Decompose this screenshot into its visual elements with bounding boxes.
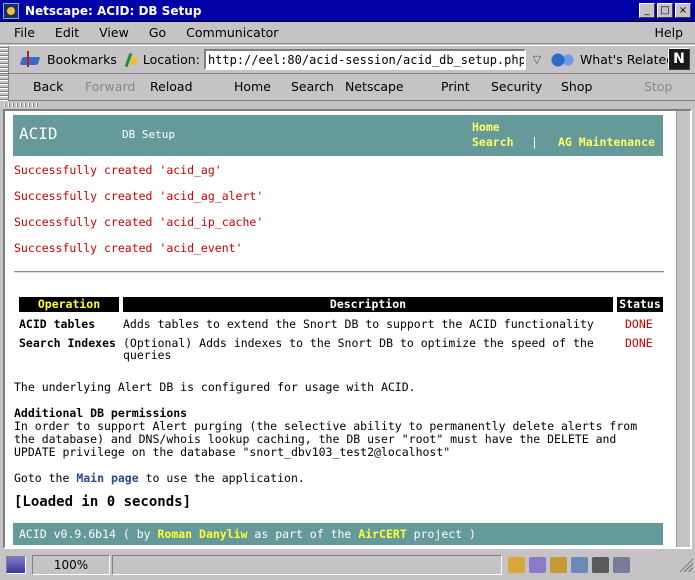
load-percent: 100% xyxy=(32,554,110,575)
divider xyxy=(14,271,664,273)
description-search-indexes-line1: (Optional) Adds indexes to the Snort DB … xyxy=(123,336,594,350)
acid-header: ACID DB Setup Home Search | AG Maintenan… xyxy=(13,115,663,156)
security-button[interactable]: Security xyxy=(491,79,542,94)
print-button[interactable]: Print xyxy=(441,79,470,94)
main-page-link[interactable]: Main page xyxy=(76,471,138,485)
close-button[interactable]: × xyxy=(675,3,691,18)
whats-related-button[interactable]: What's Related xyxy=(549,51,675,68)
home-button[interactable]: Home xyxy=(234,79,271,94)
reload-button[interactable]: Reload xyxy=(150,79,193,94)
forward-button[interactable]: Forward xyxy=(85,79,135,94)
goto-prefix: Goto the xyxy=(14,471,70,485)
window-titlebar: Netscape: ACID: DB Setup _ □ × xyxy=(0,0,695,22)
offline-icon[interactable] xyxy=(613,556,630,573)
vertical-scrollbar[interactable] xyxy=(676,111,690,547)
menu-communicator[interactable]: Communicator xyxy=(176,25,288,40)
back-button[interactable]: Back xyxy=(33,79,63,94)
footer-middle: as part of the xyxy=(247,527,359,541)
stop-button[interactable]: Stop xyxy=(644,79,672,94)
success-message: Successfully created 'acid_event' xyxy=(14,241,243,255)
url-input[interactable]: http://eel:80/acid-session/acid_db_setup… xyxy=(203,49,526,70)
menu-file[interactable]: File xyxy=(0,25,45,40)
security-lock-icon[interactable] xyxy=(6,555,26,574)
operation-acid-tables: ACID tables xyxy=(19,317,96,331)
ag-maintenance-link[interactable]: AG Maintenance xyxy=(558,135,655,149)
loaded-time: [Loaded in 0 seconds] xyxy=(14,494,192,510)
permissions-text: UPDATE privilege on the database "snort_… xyxy=(14,445,451,459)
whats-related-icon xyxy=(549,51,576,68)
resize-grip[interactable] xyxy=(679,557,693,572)
success-message: Successfully created 'acid_ag_alert' xyxy=(14,189,264,203)
acid-footer: ACID v0.9.6b14 ( by Roman Danyliw as par… xyxy=(13,523,663,545)
status-acid-tables: DONE xyxy=(625,317,653,331)
home-link[interactable]: Home xyxy=(472,120,500,134)
configured-text: The underlying Alert DB is configured fo… xyxy=(14,380,416,394)
navigation-toolbar: Back Forward Reload Home Search Netscape… xyxy=(0,74,695,101)
status-message-area xyxy=(112,554,502,575)
search-link[interactable]: Search xyxy=(472,135,514,149)
toolbar-grip[interactable] xyxy=(0,74,9,101)
page-subtitle: DB Setup xyxy=(122,128,175,141)
success-message: Successfully created 'acid_ag' xyxy=(14,163,222,177)
whats-related-label: What's Related xyxy=(579,52,675,67)
operation-search-indexes: Search Indexes xyxy=(19,336,116,350)
url-dropdown-icon[interactable]: ▽ xyxy=(528,49,546,70)
netscape-app-icon xyxy=(3,2,19,19)
address-book-icon[interactable] xyxy=(592,556,609,573)
collapsed-toolbar-tab[interactable] xyxy=(0,101,695,109)
discussion-icon[interactable] xyxy=(550,556,567,573)
footer-version: ACID v0.9.6b14 ( by xyxy=(19,527,158,541)
search-button[interactable]: Search xyxy=(291,79,334,94)
description-search-indexes-line2: queries xyxy=(123,348,172,362)
goto-suffix: to use the application. xyxy=(145,471,305,485)
menu-bar: File Edit View Go Communicator Help xyxy=(0,22,695,44)
status-search-indexes: DONE xyxy=(625,336,653,350)
netscape-logo-icon[interactable]: N xyxy=(668,48,690,70)
bookmarks-label: Bookmarks xyxy=(47,52,117,67)
location-label: Location: xyxy=(142,52,200,67)
window-title: Netscape: ACID: DB Setup xyxy=(25,3,202,18)
minimize-button[interactable]: _ xyxy=(639,3,655,18)
table-header-status: Status xyxy=(617,297,663,312)
mail-icon[interactable] xyxy=(529,556,546,573)
navigator-icon[interactable] xyxy=(508,556,525,573)
location-page-icon[interactable] xyxy=(125,51,139,69)
acid-brand: ACID xyxy=(19,124,58,143)
netscape-button[interactable]: Netscape xyxy=(345,79,404,94)
table-header-description: Description xyxy=(123,297,613,312)
location-toolbar: Bookmarks Location: http://eel:80/acid-s… xyxy=(0,45,695,74)
menu-edit[interactable]: Edit xyxy=(45,25,89,40)
success-message: Successfully created 'acid_ip_cache' xyxy=(14,215,264,229)
toolbar-grip[interactable] xyxy=(0,46,9,73)
composer-icon[interactable] xyxy=(571,556,588,573)
table-header-operation: Operation xyxy=(19,297,119,312)
author-link[interactable]: Roman Danyliw xyxy=(157,527,247,541)
bookmarks-icon xyxy=(19,50,43,69)
description-acid-tables: Adds tables to extend the Snort DB to su… xyxy=(123,317,594,331)
shop-button[interactable]: Shop xyxy=(561,79,592,94)
status-bar: 100% xyxy=(0,549,695,580)
link-separator: | xyxy=(531,135,538,149)
bookmarks-button[interactable]: Bookmarks xyxy=(19,50,117,69)
component-tray xyxy=(508,556,634,573)
maximize-button[interactable]: □ xyxy=(657,3,673,18)
menu-go[interactable]: Go xyxy=(139,25,176,40)
page-viewport: ACID DB Setup Home Search | AG Maintenan… xyxy=(3,109,692,549)
goto-text: Goto the Main page to use the applicatio… xyxy=(14,472,654,485)
footer-end: project ) xyxy=(406,527,476,541)
aircert-link[interactable]: AirCERT xyxy=(358,527,406,541)
menu-help[interactable]: Help xyxy=(645,25,695,40)
menu-view[interactable]: View xyxy=(89,25,139,40)
